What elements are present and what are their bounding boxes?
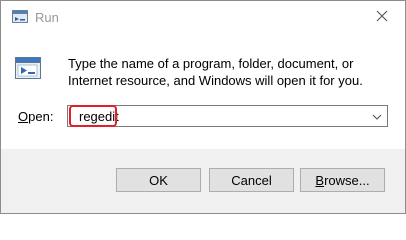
chevron-down-icon xyxy=(372,109,382,123)
open-label-rest: pen: xyxy=(28,109,54,124)
browse-mnemonic: B xyxy=(315,172,325,188)
browse-button[interactable]: Browse... xyxy=(300,168,385,192)
browse-label-rest: rowse... xyxy=(324,172,370,188)
run-dialog: Run Type the name of a program, folder, … xyxy=(0,0,406,214)
open-combobox[interactable] xyxy=(67,105,388,127)
close-icon xyxy=(376,10,388,25)
window-title: Run xyxy=(35,10,59,25)
open-label: Open: xyxy=(18,109,53,124)
title-bar: Run xyxy=(1,1,405,33)
ok-button[interactable]: OK xyxy=(116,168,201,192)
cancel-button[interactable]: Cancel xyxy=(209,168,294,192)
dropdown-button[interactable] xyxy=(369,109,385,123)
close-button[interactable] xyxy=(359,1,405,33)
instruction-text: Type the name of a program, folder, docu… xyxy=(68,56,363,88)
open-input[interactable] xyxy=(69,107,375,125)
run-dialog-icon xyxy=(12,10,28,24)
button-bar: OK Cancel Browse... xyxy=(1,149,405,213)
open-label-mnemonic: O xyxy=(18,109,29,124)
run-dialog-icon xyxy=(14,54,44,84)
